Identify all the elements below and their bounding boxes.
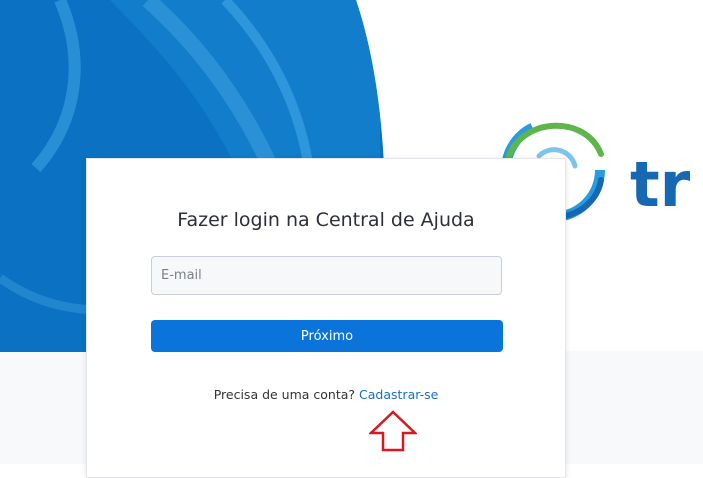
login-title: Fazer login na Central de Ajuda	[177, 209, 475, 231]
signup-row: Precisa de uma conta? Cadastrar-se	[87, 387, 565, 402]
signup-prompt: Precisa de uma conta?	[213, 387, 360, 402]
brand-logo-text: tr	[630, 148, 691, 221]
next-button[interactable]: Próximo	[151, 320, 503, 352]
email-field[interactable]	[151, 256, 502, 295]
up-arrow-outline-icon	[369, 410, 417, 452]
signup-link[interactable]: Cadastrar-se	[359, 387, 438, 402]
login-card: Fazer login na Central de Ajuda Próximo …	[86, 158, 566, 478]
